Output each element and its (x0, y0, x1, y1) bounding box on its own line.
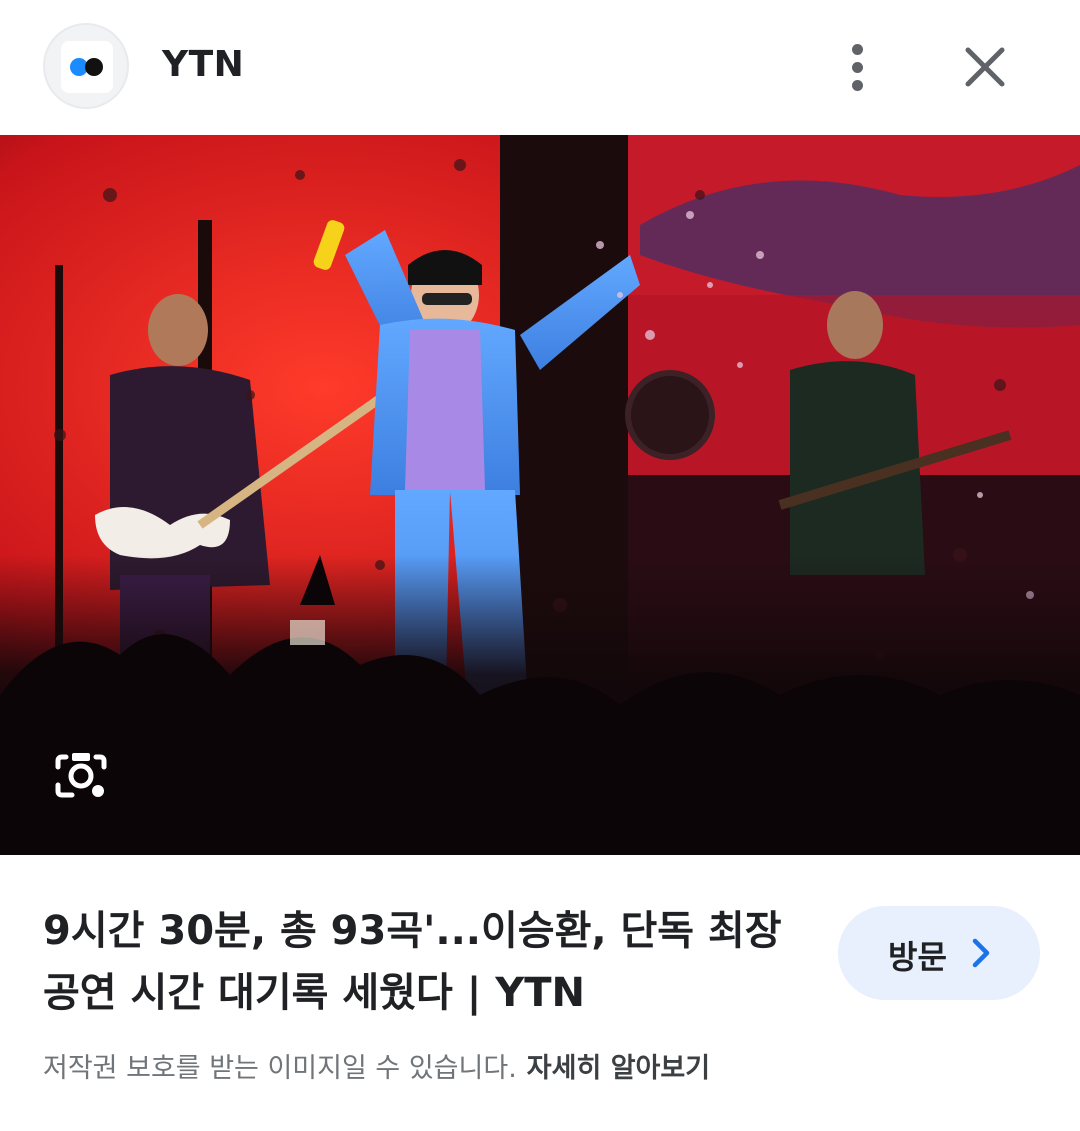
more-vert-icon[interactable] (838, 40, 878, 94)
visit-label: 방문 (888, 938, 947, 976)
learn-more-link[interactable]: 자세히 알아보기 (527, 1053, 710, 1084)
result-title[interactable]: 9시간 30분, 총 93곡'...이승환, 단독 최장 공연 시간 대기록 세… (43, 900, 803, 1024)
site-name[interactable]: YTN (162, 44, 244, 85)
ytn-logo-icon (61, 41, 113, 93)
concert-photo (0, 135, 1080, 855)
result-image[interactable] (0, 135, 1080, 855)
lens-search-icon[interactable] (52, 747, 110, 805)
top-bar: YTN (0, 0, 1080, 135)
visit-button[interactable]: 방문 (838, 906, 1040, 1000)
close-icon[interactable] (960, 42, 1010, 92)
copyright-text: 저작권 보호를 받는 이미지일 수 있습니다. (43, 1053, 517, 1084)
site-logo[interactable] (43, 23, 129, 109)
chevron-right-icon (970, 937, 992, 973)
copyright-notice: 저작권 보호를 받는 이미지일 수 있습니다. 자세히 알아보기 (43, 1046, 710, 1085)
